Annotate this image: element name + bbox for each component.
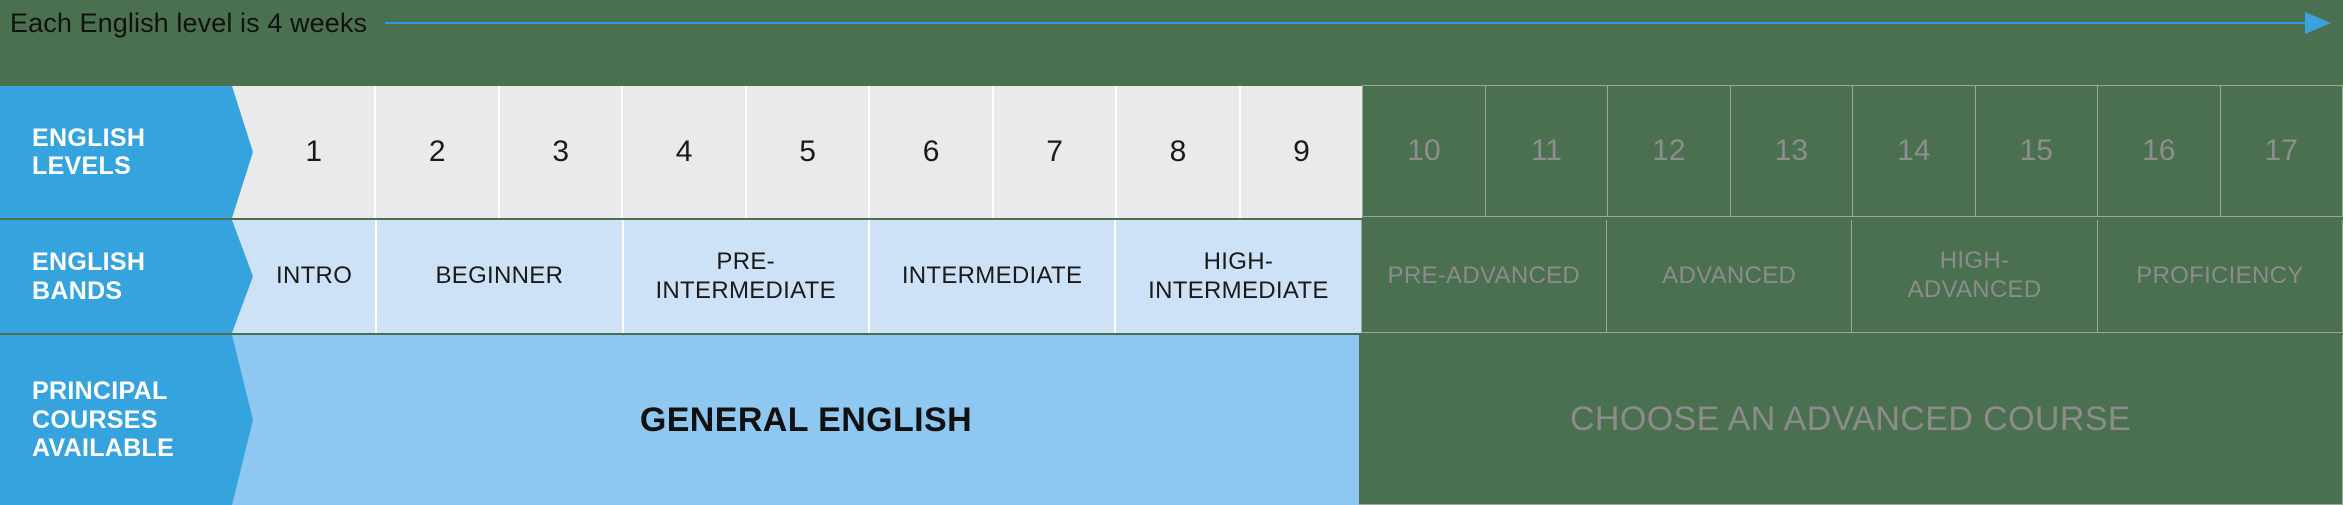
row-english-levels: ENGLISH LEVELS 1 2 3 4 5 6 7 8 9 10 11 12…: [0, 85, 2343, 218]
level-cell[interactable]: 3: [499, 86, 624, 218]
row-principal-courses: PRINCIPAL COURSES AVAILABLE GENERAL ENGLIS…: [0, 335, 2343, 505]
course-levels-diagram: Each English level is 4 weeks ENGLISH LEV…: [0, 0, 2343, 505]
arrow-shaft: [385, 22, 2309, 24]
level-cell[interactable]: 14: [1853, 85, 1976, 217]
arrow-head: [2305, 12, 2331, 34]
caption-text: Each English level is 4 weeks: [10, 7, 368, 38]
level-cell[interactable]: 1: [253, 86, 377, 218]
header-english-levels: ENGLISH LEVELS: [0, 86, 253, 218]
caption-row: Each English level is 4 weeks: [0, 0, 2343, 46]
band-cell[interactable]: PRE-ADVANCED: [1360, 220, 1607, 333]
header-english-bands-label: ENGLISH BANDS: [32, 248, 146, 305]
level-cell[interactable]: 8: [1117, 86, 1241, 218]
row-english-bands: ENGLISH BANDS INTRO BEGINNER PRE- INTERMED…: [0, 220, 2343, 333]
level-cell[interactable]: 16: [2098, 85, 2221, 217]
header-english-bands: ENGLISH BANDS: [0, 220, 253, 333]
band-cell[interactable]: BEGINNER: [377, 220, 624, 333]
level-cell[interactable]: 5: [746, 86, 871, 218]
band-cell[interactable]: PRE- INTERMEDIATE: [623, 220, 870, 333]
level-cell[interactable]: 15: [1975, 85, 2099, 217]
levels-table: ENGLISH LEVELS 1 2 3 4 5 6 7 8 9 10 11 12…: [0, 85, 2343, 505]
arrow-right-icon: [385, 10, 2331, 36]
level-cell[interactable]: 12: [1608, 85, 1731, 217]
band-cell[interactable]: PROFICIENCY: [2097, 220, 2343, 333]
level-cell[interactable]: 10: [1362, 85, 1486, 217]
band-cell[interactable]: INTERMEDIATE: [869, 220, 1117, 333]
level-cell[interactable]: 9: [1240, 86, 1363, 218]
header-principal-courses: PRINCIPAL COURSES AVAILABLE: [0, 335, 253, 505]
band-cell[interactable]: INTRO: [253, 220, 378, 333]
levels-cells: 1 2 3 4 5 6 7 8 9 10 11 12 13 14 15 16 1…: [253, 85, 2343, 218]
course-cell-general-english[interactable]: GENERAL ENGLISH: [253, 335, 1359, 505]
level-cell[interactable]: 11: [1485, 85, 1609, 217]
header-english-levels-label: ENGLISH LEVELS: [32, 123, 146, 181]
level-cell[interactable]: 7: [993, 86, 1118, 218]
bands-cells: INTRO BEGINNER PRE- INTERMEDIATE INTERMED…: [253, 220, 2343, 333]
course-cell-advanced-choice[interactable]: CHOOSE AN ADVANCED COURSE: [1358, 335, 2343, 505]
header-principal-courses-label: PRINCIPAL COURSES AVAILABLE: [32, 377, 175, 463]
courses-cells: GENERAL ENGLISH CHOOSE AN ADVANCED COURS…: [253, 335, 2343, 505]
band-cell[interactable]: HIGH- INTERMEDIATE: [1116, 220, 1361, 333]
level-cell[interactable]: 4: [623, 86, 747, 218]
band-cell[interactable]: HIGH- ADVANCED: [1852, 220, 2098, 333]
level-cell[interactable]: 17: [2220, 85, 2343, 217]
level-cell[interactable]: 6: [870, 86, 994, 218]
level-cell[interactable]: 2: [376, 86, 500, 218]
band-cell[interactable]: ADVANCED: [1606, 220, 1853, 333]
level-cell[interactable]: 13: [1730, 85, 1854, 217]
